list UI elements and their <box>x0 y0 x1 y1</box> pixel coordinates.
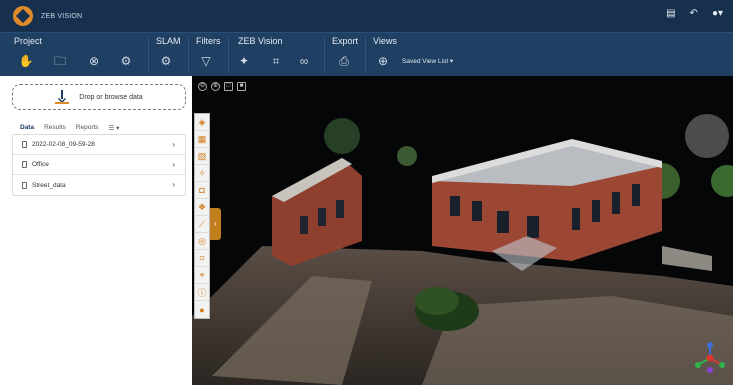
list-item[interactable]: Street_data › <box>13 175 185 195</box>
download-icon <box>55 90 70 104</box>
group-icon[interactable]: ❖ <box>195 199 209 216</box>
file-icon <box>22 181 27 189</box>
chevron-right-icon[interactable]: › <box>172 180 175 189</box>
chevron-right-icon[interactable]: › <box>172 160 175 169</box>
measure-icon[interactable]: ⟋ <box>195 216 209 233</box>
dataset-list: 2022-02-08_09-59-28 › Office › Street_da… <box>12 134 186 196</box>
filter-icon[interactable]: ▽ <box>198 53 214 69</box>
divider <box>228 37 229 73</box>
point-cloud-scene <box>192 114 733 385</box>
ribbon-toolbar: Project ✋ 🗀 ⊗ ⚙ SLAM ⚙ Filters ▽ ZEB Vis… <box>0 32 733 76</box>
camera-icon[interactable]: ◘ <box>195 182 209 199</box>
slam-settings-icon[interactable]: ⚙ <box>158 53 174 69</box>
dataset-name: Street_data <box>32 181 66 189</box>
divider <box>148 37 149 73</box>
chevron-right-icon[interactable]: › <box>172 140 175 149</box>
group-zeb-vision[interactable]: ZEB Vision <box>238 36 282 46</box>
drop-label: Drop or browse data <box>79 93 143 101</box>
app-name: ZEB VISION <box>41 12 83 20</box>
close-circle-icon[interactable]: ⊗ <box>86 53 102 69</box>
app-logo-icon <box>13 6 33 26</box>
list-item[interactable]: 2022-02-08_09-59-28 › <box>13 135 185 155</box>
overlap-icon[interactable]: ∞ <box>296 53 312 69</box>
viewer-tool-column: ◈ ▦ ▧ ✧ ◘ ❖ ⟋ ◎ ⌗ ⌖ ⓘ ● <box>194 113 210 319</box>
tab-reports[interactable]: Reports <box>76 124 99 132</box>
tab-data[interactable]: Data <box>20 124 34 132</box>
divider <box>188 37 189 73</box>
axis-gizmo-icon[interactable] <box>693 341 727 375</box>
group-filters[interactable]: Filters <box>196 36 221 46</box>
group-export[interactable]: Export <box>332 36 358 46</box>
user-menu-icon[interactable]: ●▾ <box>712 8 723 19</box>
hand-icon[interactable]: ✋ <box>18 53 34 69</box>
collapse-panel-tab[interactable]: ‹ <box>210 208 221 240</box>
panel-tabs: Data Results Reports ☰ ▾ <box>20 124 119 132</box>
list-item[interactable]: Office › <box>13 155 185 175</box>
file-icon <box>22 161 27 168</box>
bulb-icon[interactable]: ✧ <box>195 165 209 182</box>
zoom-in-icon[interactable]: ⊕ <box>211 82 220 91</box>
crop-icon[interactable]: ⌗ <box>268 53 284 69</box>
crop-icon[interactable]: ⌗ <box>195 250 209 267</box>
undo-icon[interactable]: ↶ <box>690 8 698 19</box>
layers-icon[interactable]: ▧ <box>195 148 209 165</box>
ring-icon[interactable]: ◎ <box>195 233 209 250</box>
title-bar: ZEB VISION ▤ ↶ ●▾ <box>0 0 733 32</box>
title-actions: ▤ ↶ ●▾ <box>666 8 723 19</box>
divider <box>365 37 366 73</box>
point-cloud-viewer[interactable]: ⊖ ⊕ □ ■ ◈ ▦ ▧ ✧ ◘ ❖ ⟋ ◎ ⌗ ⌖ ⓘ ● ‹ <box>192 76 733 385</box>
group-views[interactable]: Views <box>373 36 397 46</box>
tab-results[interactable]: Results <box>44 124 66 132</box>
group-project[interactable]: Project <box>14 36 42 46</box>
drop-zone[interactable]: Drop or browse data <box>12 84 186 110</box>
zoom-out-icon[interactable]: ⊖ <box>198 82 207 91</box>
info-icon[interactable]: ⓘ <box>195 284 209 301</box>
export-icon[interactable]: ⎙ <box>336 53 352 69</box>
group-slam[interactable]: SLAM <box>156 36 181 46</box>
divider <box>324 37 325 73</box>
settings-icon[interactable]: ⚙ <box>118 53 134 69</box>
crop-alt-icon[interactable]: ⌖ <box>195 267 209 284</box>
cube-icon[interactable]: ◈ <box>195 114 209 131</box>
saved-view-list-dropdown[interactable]: Saved View List ▾ <box>402 57 453 65</box>
document-icon[interactable]: ▤ <box>666 8 675 19</box>
orange-dot-icon[interactable]: ● <box>195 301 209 318</box>
dataset-name: 2022-02-08_09-59-28 <box>32 141 95 148</box>
add-view-icon[interactable]: ⊕ <box>375 53 391 69</box>
open-folder-icon[interactable]: 🗀 <box>52 53 68 69</box>
data-panel: Drop or browse data Data Results Reports… <box>0 76 192 385</box>
frame-outline-icon[interactable]: □ <box>224 82 233 91</box>
viewer-top-tools: ⊖ ⊕ □ ■ <box>198 82 246 91</box>
frame-filled-icon[interactable]: ■ <box>237 82 246 91</box>
file-icon <box>22 141 27 148</box>
tab-menu[interactable]: ☰ ▾ <box>109 124 120 132</box>
dataset-name: Office <box>32 161 49 168</box>
pin-icon[interactable]: ✦ <box>236 53 252 69</box>
grid-icon[interactable]: ▦ <box>195 131 209 148</box>
